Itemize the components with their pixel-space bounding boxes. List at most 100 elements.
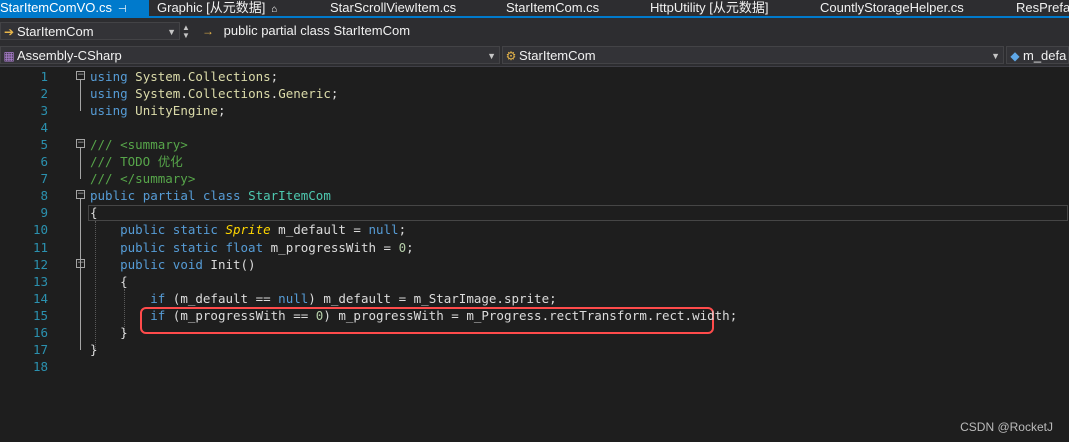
code-token: /// </summary>	[90, 171, 196, 187]
line-number: 13	[32, 273, 48, 289]
collapse-icon[interactable]: −	[76, 139, 85, 149]
code-text: if (m_default == null) m_default = m_Sta…	[90, 290, 557, 307]
chevron-down-icon: ▼	[991, 51, 1000, 61]
tab-starscrollviewitem[interactable]: StarScrollViewItem.cs	[330, 0, 470, 16]
code-line[interactable]: 10 public static Sprite m_default = null…	[0, 221, 1069, 238]
tab-countlystoragehelper[interactable]: CountlyStorageHelper.cs	[820, 0, 990, 16]
collapse-icon[interactable]: −	[76, 71, 85, 80]
breadcrumb-bar[interactable]: → public partial class StarItemCom	[200, 22, 1069, 40]
code-token: Collections	[187, 69, 271, 84]
code-line[interactable]: 13 {	[0, 273, 1069, 290]
code-text: /// TODO 优化	[90, 153, 183, 170]
code-line[interactable]: 8 − public partial class StarItemCom	[0, 187, 1069, 204]
code-token: null	[278, 290, 309, 306]
line-number: 18	[32, 358, 48, 374]
code-token: }	[90, 341, 98, 357]
line-number: 8	[40, 188, 48, 204]
chevron-up-down-icon: ▲ ▼	[182, 23, 190, 40]
code-line[interactable]: 1 − using System.Collections;	[0, 68, 1069, 85]
code-line[interactable]: 11 public static float m_progressWith = …	[0, 239, 1069, 256]
code-text: using UnityEngine;	[90, 102, 226, 119]
code-line[interactable]: 9{	[0, 204, 1069, 221]
code-token: void	[172, 256, 203, 272]
pin-icon[interactable]: ⊣	[118, 4, 127, 15]
project-dropdown[interactable]: ▦ Assembly-CSharp ▼	[0, 46, 500, 64]
code-line[interactable]: 14 if (m_default == null) m_default = m_…	[0, 290, 1069, 307]
code-token: ) m_default = m_StarImage.sprite;	[308, 290, 557, 306]
line-number: 3	[40, 103, 48, 119]
collapse-icon[interactable]: −	[76, 190, 85, 200]
arrow-right-icon: ➔	[3, 25, 15, 39]
code-line[interactable]: 12 − public void Init()	[0, 256, 1069, 273]
code-token: System	[135, 69, 181, 84]
chevron-down-icon: ▼	[167, 27, 176, 37]
code-token: UnityEngine	[135, 103, 218, 119]
code-line[interactable]: 4	[0, 119, 1069, 136]
tab-label: StarScrollViewItem.cs	[330, 0, 457, 15]
code-line[interactable]: 17}	[0, 341, 1069, 358]
line-number: 14	[32, 290, 48, 306]
code-token: .	[180, 69, 188, 84]
code-line[interactable]: 3 using UnityEngine;	[0, 102, 1069, 119]
code-token: ;	[270, 69, 279, 84]
code-text: using System.Collections.Generic;	[90, 85, 338, 102]
tab-label: CountlyStorageHelper.cs	[820, 0, 964, 15]
field-icon: ◆	[1010, 49, 1020, 63]
line-number: 2	[40, 86, 48, 102]
code-token: null	[368, 222, 399, 238]
code-token: Init()	[202, 256, 256, 272]
code-token: public	[120, 239, 166, 255]
code-token: Generic	[278, 86, 331, 102]
file-members-dropdown[interactable]: ➔ StarItemCom ▼	[0, 22, 180, 40]
tab-httputility[interactable]: HttpUtility [从元数据]	[650, 0, 790, 16]
code-line[interactable]: 2 using System.Collections.Generic;	[0, 85, 1069, 102]
code-line[interactable]: 16 }	[0, 324, 1069, 341]
collapse-icon[interactable]: −	[76, 258, 85, 268]
code-token: public	[120, 222, 166, 238]
class-label: StarItemCom	[519, 48, 596, 63]
code-line[interactable]: 15 if (m_progressWith == 0) m_progressWi…	[0, 307, 1069, 324]
code-text: {	[90, 204, 98, 221]
tab-resprefab[interactable]: ResPrefab	[1016, 0, 1069, 16]
code-token: /// <summary>	[90, 137, 188, 153]
code-line[interactable]: 7 /// </summary>	[0, 170, 1069, 187]
code-token: ) m_progressWith = m_Progress.rectTransf…	[323, 307, 738, 323]
code-token: /// TODO 优化	[90, 154, 183, 170]
code-token: (m_progressWith ==	[165, 307, 316, 323]
member-label: m_defa	[1023, 48, 1067, 63]
code-token: m_default =	[270, 222, 369, 238]
code-token: }	[90, 324, 128, 340]
tab-staritemcom[interactable]: StarItemCom.cs	[506, 0, 616, 16]
project-label: Assembly-CSharp	[17, 48, 122, 63]
code-text: public void Init()	[90, 256, 256, 273]
lock-icon: ⌂	[271, 4, 278, 15]
line-number: 12	[32, 256, 48, 272]
class-dropdown[interactable]: ⚙ StarItemCom ▼	[502, 46, 1004, 64]
tab-staritemcomvo[interactable]: StarItemComVO.cs ⊣	[0, 0, 149, 16]
code-text: public partial class StarItemCom	[90, 187, 331, 204]
code-line[interactable]: 5 −/// <summary>	[0, 136, 1069, 153]
code-line[interactable]: 18	[0, 358, 1069, 375]
chevron-down-icon: ▼	[487, 51, 496, 61]
code-line[interactable]: 6 /// TODO 优化	[0, 153, 1069, 170]
line-number: 5	[40, 137, 48, 153]
code-text: {	[90, 273, 128, 290]
code-text: if (m_progressWith == 0) m_progressWith …	[90, 307, 737, 324]
tab-label: StarItemCom.cs	[506, 0, 600, 15]
class-icon: ⚙	[505, 49, 517, 63]
code-token: {	[90, 205, 98, 221]
code-token: float	[225, 239, 264, 255]
tab-label: Graphic [从元数据]	[157, 0, 266, 15]
tab-graphic[interactable]: Graphic [从元数据] ⌂	[157, 0, 282, 16]
code-editor[interactable]: 1− using System.Collections; 2 using System…	[0, 67, 1069, 442]
code-token: static	[172, 239, 218, 255]
code-token: System	[135, 86, 181, 102]
code-token: 0	[398, 239, 407, 255]
member-dropdown[interactable]: ◆ m_defa	[1006, 46, 1069, 64]
spin-button[interactable]: ▲ ▼	[182, 22, 196, 40]
